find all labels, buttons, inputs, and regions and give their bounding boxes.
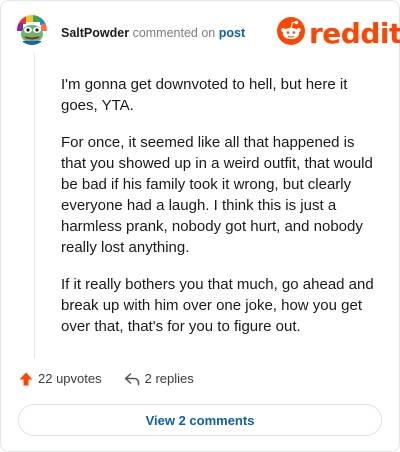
- reddit-logo[interactable]: reddit: [277, 17, 400, 50]
- commented-on-text: commented on: [132, 26, 216, 40]
- comment-paragraph: If it really bothers you that much, go a…: [61, 276, 374, 335]
- upvote-arrow-icon: [19, 372, 33, 386]
- reply-count: 2 replies: [144, 371, 194, 386]
- reddit-wordmark: reddit: [309, 16, 400, 50]
- comment-paragraph: For once, it seemed like all that happen…: [61, 134, 373, 256]
- comment-actions: 22 upvotes 2 replies: [19, 371, 194, 386]
- username-link[interactable]: SaltPowder: [61, 26, 129, 40]
- view-comments-button[interactable]: View 2 comments: [18, 404, 382, 436]
- replies-button[interactable]: 2 replies: [124, 371, 194, 386]
- comment-header: SaltPowder commented on post: [61, 26, 245, 40]
- upvote-button[interactable]: 22 upvotes: [19, 371, 102, 386]
- avatar-icon[interactable]: [17, 15, 47, 45]
- reply-arrow-icon: [124, 372, 140, 386]
- reddit-logo-icon: [277, 17, 305, 50]
- comment-body: I'm gonna get downvoted to hell, but her…: [61, 74, 381, 353]
- comment-card: SaltPowder commented on post reddit I'm …: [0, 0, 400, 452]
- comment-paragraph: I'm gonna get downvoted to hell, but her…: [61, 76, 348, 114]
- upvote-count: 22 upvotes: [38, 371, 102, 386]
- post-link[interactable]: post: [219, 26, 245, 40]
- thread-line: [34, 53, 35, 358]
